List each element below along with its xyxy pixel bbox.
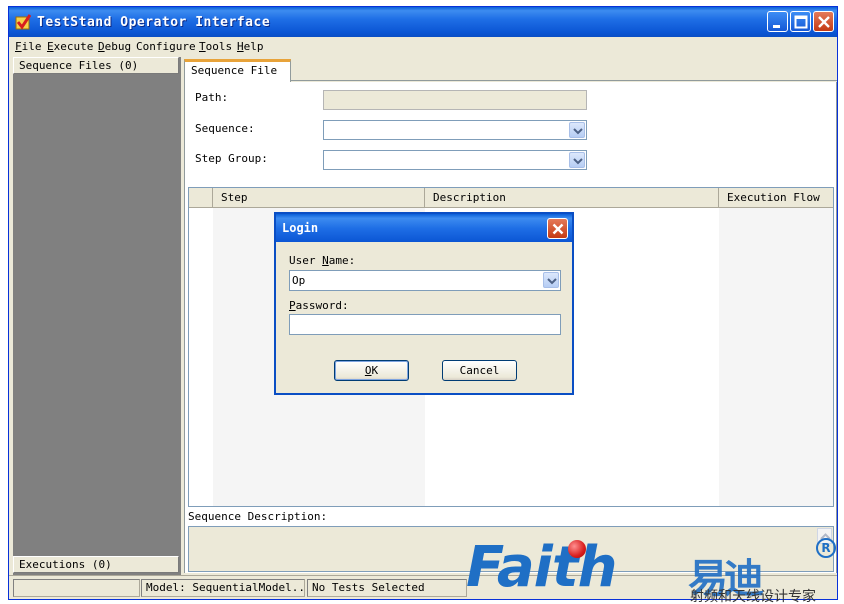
grid-flow-column xyxy=(719,208,833,506)
ok-button[interactable]: OK xyxy=(334,360,409,381)
status-tests: No Tests Selected xyxy=(307,579,467,597)
user-name-label: User Name: xyxy=(289,254,356,267)
grid-header-execution-flow[interactable]: Execution Flow xyxy=(719,188,833,208)
login-dialog-title: Login xyxy=(282,221,319,235)
menu-tools[interactable]: Tools xyxy=(199,40,232,53)
menu-execute[interactable]: Execute xyxy=(47,40,93,53)
cancel-button[interactable]: Cancel xyxy=(442,360,517,381)
grid-header-step[interactable]: Step xyxy=(213,188,425,208)
grid-header-indicator xyxy=(189,188,213,208)
login-close-button[interactable] xyxy=(547,218,568,239)
grid-header-description[interactable]: Description xyxy=(425,188,719,208)
menu-help[interactable]: Help xyxy=(237,40,264,53)
sequence-dropdown-arrow[interactable] xyxy=(569,122,585,138)
sequence-dropdown[interactable] xyxy=(323,120,587,140)
password-field[interactable] xyxy=(289,314,561,335)
status-bar: Model: SequentialModel... No Tests Selec… xyxy=(9,575,837,599)
user-name-combobox[interactable]: Op xyxy=(289,270,561,291)
sequence-description-label: Sequence Description: xyxy=(188,510,328,523)
chevron-up-icon xyxy=(820,533,831,540)
window-title: TestStand Operator Interface xyxy=(37,15,271,30)
minimize-icon xyxy=(773,25,780,28)
user-name-value: Op xyxy=(292,274,306,287)
chevron-down-icon xyxy=(573,158,583,165)
menu-file[interactable]: File xyxy=(15,40,42,53)
status-cell-blank xyxy=(13,579,140,597)
password-label: Password: xyxy=(289,299,349,312)
sequence-files-button[interactable]: Sequence Files (0) xyxy=(13,57,179,74)
chevron-down-icon xyxy=(573,128,583,135)
path-label: Path: xyxy=(195,91,229,104)
title-bar[interactable]: TestStand Operator Interface xyxy=(9,7,837,37)
maximize-icon xyxy=(794,15,808,29)
menu-configure[interactable]: Configure xyxy=(136,40,196,53)
sequence-label: Sequence: xyxy=(195,122,255,135)
status-model: Model: SequentialModel... xyxy=(141,579,305,597)
scroll-up-button[interactable] xyxy=(817,528,832,544)
maximize-button[interactable] xyxy=(790,11,811,32)
login-dialog-title-bar[interactable]: Login xyxy=(276,214,572,242)
user-name-dropdown-arrow[interactable] xyxy=(543,272,559,288)
login-dialog: Login User Name: Op Password: OK Cancel xyxy=(274,212,574,395)
chevron-down-icon xyxy=(547,278,557,285)
step-group-dropdown[interactable] xyxy=(323,150,587,170)
sequence-description-box[interactable] xyxy=(188,526,834,572)
teststand-app-icon xyxy=(15,14,31,30)
close-button[interactable] xyxy=(813,11,834,32)
executions-button[interactable]: Executions (0) xyxy=(13,556,179,573)
tab-sequence-file[interactable]: Sequence File xyxy=(184,59,291,83)
menu-debug[interactable]: Debug xyxy=(98,40,131,53)
close-icon xyxy=(552,223,564,235)
menu-bar: File Execute Debug Configure Tools Help xyxy=(9,37,837,55)
close-icon xyxy=(818,16,830,28)
tab-strip: Sequence File xyxy=(184,57,837,83)
minimize-button[interactable] xyxy=(767,11,788,32)
grid-header: Step Description Execution Flow xyxy=(189,188,833,208)
left-panel: Sequence Files (0) Executions (0) xyxy=(13,57,181,575)
step-group-label: Step Group: xyxy=(195,152,268,165)
step-group-dropdown-arrow[interactable] xyxy=(569,152,585,168)
path-field xyxy=(323,90,587,110)
